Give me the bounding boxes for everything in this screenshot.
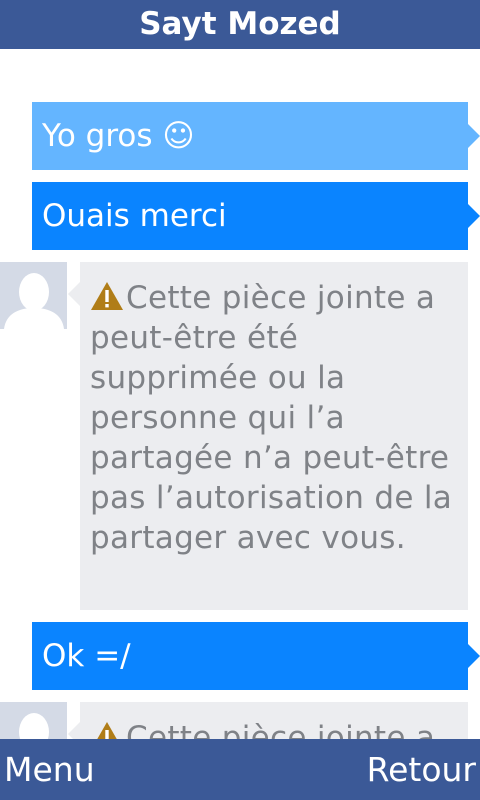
softkey-bar: Menu Retour xyxy=(0,739,480,800)
title-bar: Sayt Mozed xyxy=(0,0,480,49)
message-bubble-incoming[interactable]: Cette pièce jointe a xyxy=(68,702,468,739)
bubble-tail xyxy=(468,644,480,668)
menu-softkey[interactable]: Menu xyxy=(4,739,95,800)
bubble-tail xyxy=(68,722,80,739)
bubble-tail xyxy=(468,204,480,228)
message-text: Ouais merci xyxy=(42,198,227,234)
default-profile-icon xyxy=(0,702,67,739)
message-text: Yo gros ☺ xyxy=(42,118,195,154)
message-text: Ok =/ xyxy=(42,638,131,674)
message-bubble-outgoing[interactable]: Ouais merci xyxy=(32,182,480,250)
bubble-tail xyxy=(68,282,80,306)
warning-icon xyxy=(97,722,117,739)
bubble-tail xyxy=(468,124,480,148)
back-softkey[interactable]: Retour xyxy=(367,739,476,800)
message-text: Cette pièce jointe a xyxy=(126,720,436,739)
default-profile-icon xyxy=(0,262,67,329)
message-bubble-outgoing[interactable]: Yo gros ☺ xyxy=(32,102,480,170)
message-bubble-incoming[interactable]: Cette pièce jointe a peut-être été suppr… xyxy=(68,262,468,610)
warning-icon xyxy=(91,282,123,310)
contact-name: Sayt Mozed xyxy=(139,6,341,42)
avatar[interactable] xyxy=(0,702,67,739)
message-bubble-outgoing[interactable]: Ok =/ xyxy=(32,622,480,690)
message-text: Cette pièce jointe a peut-être été suppr… xyxy=(90,280,453,556)
conversation-list[interactable]: Yo gros ☺ Ouais merci Cette pièce jointe… xyxy=(0,49,480,739)
avatar[interactable] xyxy=(0,262,67,329)
